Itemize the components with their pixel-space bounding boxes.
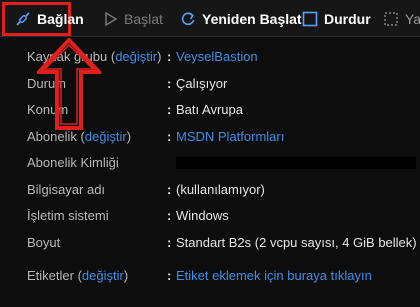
restart-button[interactable]: Yeniden Başlat <box>180 0 302 37</box>
colon: : <box>167 102 172 117</box>
stop-button[interactable]: Durdur <box>302 0 371 37</box>
colon: : <box>167 49 172 64</box>
connect-label: Bağlan <box>37 11 84 27</box>
size-value: Standart B2s (2 vcpu sayısı, 4 GiB belle… <box>176 235 417 250</box>
key-label: Kaynak grubu <box>27 49 108 64</box>
open-paren: ( <box>73 268 82 283</box>
stop-label: Durdur <box>324 10 371 27</box>
key-label: Bilgisayar adı <box>27 182 106 197</box>
os-value: Windows <box>176 208 229 223</box>
key-label: Abonelik Kimliği <box>27 155 119 170</box>
computer-name-value: (kullanılamıyor) <box>176 182 265 197</box>
colon: : <box>167 129 172 144</box>
key-label: İşletim sistemi <box>27 208 109 223</box>
more-icon <box>383 11 399 27</box>
stop-icon <box>302 11 318 27</box>
redacted-value <box>176 157 416 169</box>
change-resource-group-link[interactable]: değiştir <box>115 49 157 64</box>
property-subscription: Abonelik (değiştir) : MSDN Platformları <box>0 127 420 147</box>
more-button[interactable]: Ya <box>383 0 420 37</box>
change-subscription-link[interactable]: değiştir <box>85 129 127 144</box>
add-tags-link[interactable]: Etiket eklemek için buraya tıklayın <box>176 266 372 286</box>
resource-group-link[interactable]: VeyselBastion <box>176 47 258 67</box>
colon: : <box>167 268 172 283</box>
property-location: Konum : Batı Avrupa <box>0 100 420 120</box>
more-label: Ya <box>405 10 420 27</box>
colon: : <box>167 208 172 223</box>
start-label: Başlat <box>124 10 163 27</box>
close-paren: ) <box>126 129 132 144</box>
property-subscription-id: Abonelik Kimliği <box>0 153 420 173</box>
property-os: İşletim sistemi : Windows <box>0 206 420 226</box>
close-paren: ) <box>157 49 162 64</box>
property-status: Durum : Çalışıyor <box>0 74 420 94</box>
key-label: Boyut <box>27 235 61 250</box>
play-icon <box>104 11 118 27</box>
restart-icon <box>180 11 196 27</box>
open-paren: ( <box>107 49 116 64</box>
command-bar: Bağlan Başlat Yeniden Başlat Durdur Ya <box>0 0 420 37</box>
status-value: Çalışıyor <box>176 76 228 91</box>
key-label: Konum <box>27 102 69 117</box>
key-label: Durum <box>27 76 67 91</box>
colon: : <box>167 182 172 197</box>
property-computer-name: Bilgisayar adı : (kullanılamıyor) <box>0 180 420 200</box>
start-button[interactable]: Başlat <box>104 0 163 37</box>
colon: : <box>167 235 172 250</box>
property-tags: Etiketler (değiştir) : Etiket eklemek iç… <box>0 266 420 286</box>
property-size: Boyut : Standart B2s (2 vcpu sayısı, 4 G… <box>0 233 420 253</box>
connect-button[interactable]: Bağlan <box>2 2 84 36</box>
restart-label: Yeniden Başlat <box>202 10 302 27</box>
plug-icon <box>15 11 31 27</box>
key-label: Etiketler <box>27 268 74 283</box>
property-resource-group: Kaynak grubu (değiştir) : VeyselBastion <box>0 47 420 67</box>
key-label: Abonelik <box>27 129 77 144</box>
change-tags-link[interactable]: değiştir <box>82 268 124 283</box>
open-paren: ( <box>76 129 85 144</box>
vm-overview-panel: Bağlan Başlat Yeniden Başlat Durdur Ya K… <box>0 0 420 307</box>
colon: : <box>167 76 172 91</box>
subscription-link[interactable]: MSDN Platformları <box>176 127 284 147</box>
close-paren: ) <box>123 268 129 283</box>
location-value: Batı Avrupa <box>176 102 243 117</box>
